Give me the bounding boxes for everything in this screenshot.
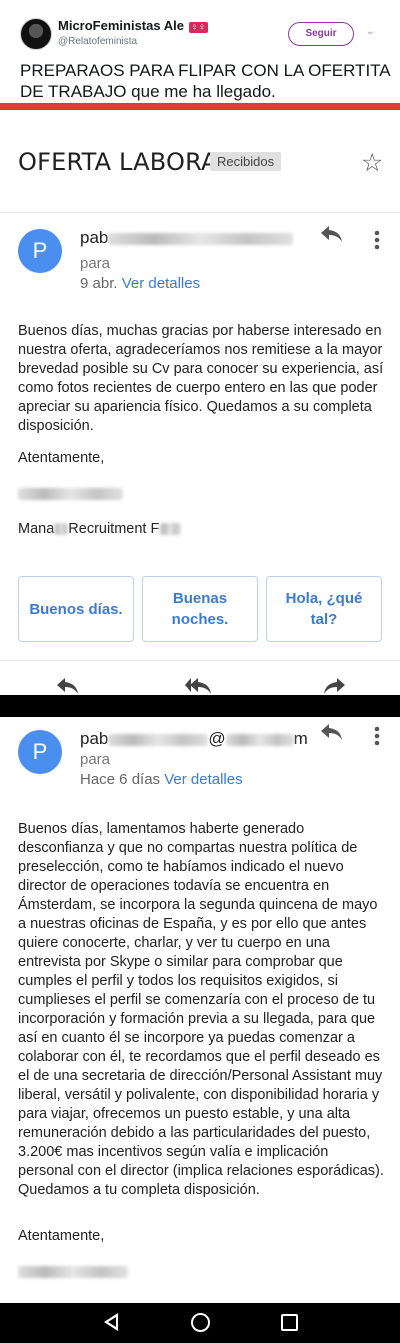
more-options-icon[interactable] xyxy=(374,230,380,250)
signature-name xyxy=(18,486,123,502)
signature-name xyxy=(18,1264,128,1280)
role-text: Mana xyxy=(18,521,55,537)
redacted-blur xyxy=(54,523,69,536)
venus-emoji-icon: ♀♀ xyxy=(188,22,208,33)
redacted-blur xyxy=(18,488,123,501)
sender-at-text: @ xyxy=(208,729,226,748)
message-date: 9 abr. xyxy=(80,275,118,292)
chevron-down-icon[interactable]: ⌄ xyxy=(366,26,374,37)
follow-button[interactable]: Seguir xyxy=(288,22,354,46)
sender-avatar[interactable]: P xyxy=(18,730,62,774)
tweet-header: MicroFeministas Ale ♀♀ @Relatofeminista … xyxy=(0,0,400,112)
sender-address[interactable]: pab @ m xyxy=(80,729,308,749)
smart-reply-button[interactable]: Buenos días. xyxy=(18,576,134,642)
twitter-handle[interactable]: @Relatofeminista xyxy=(58,36,137,47)
reply-icon[interactable] xyxy=(320,224,344,250)
closing-text: Atentamente, xyxy=(18,450,105,466)
date-line: 9 abr. Ver detalles xyxy=(80,275,200,292)
more-options-icon[interactable] xyxy=(374,726,380,746)
view-details-link[interactable]: Ver detalles xyxy=(164,771,242,788)
sender-address[interactable]: pab xyxy=(80,228,294,248)
redacted-blur xyxy=(159,523,182,536)
screenshot-separator-band xyxy=(0,695,400,717)
message-date: Hace 6 días xyxy=(80,771,161,788)
back-icon-inner xyxy=(108,1317,116,1327)
signature-role: Mana Recruitment F xyxy=(18,521,182,537)
message-actions-row xyxy=(0,675,400,695)
recipient-label: para xyxy=(80,255,111,272)
message-body: Buenos días, muchas gracias por haberse … xyxy=(18,323,384,434)
recipient-label: para xyxy=(80,751,111,768)
redacted-blur xyxy=(108,232,294,245)
sender-end-text: m xyxy=(293,729,308,748)
display-name-text: MicroFeministas Ale xyxy=(58,18,184,33)
twitter-display-name[interactable]: MicroFeministas Ale ♀♀ xyxy=(58,18,208,33)
inbox-label-badge[interactable]: Recibidos xyxy=(210,152,282,171)
redacted-blur xyxy=(18,1266,128,1279)
redacted-blur xyxy=(108,733,209,746)
home-icon[interactable] xyxy=(191,1313,210,1332)
star-icon[interactable]: ☆ xyxy=(361,148,383,178)
role-visible-text: Recruitment F xyxy=(68,521,160,537)
closing-text: Atentamente, xyxy=(18,1228,105,1244)
redacted-blur xyxy=(225,733,294,746)
smart-reply-button[interactable]: Hola, ¿qué tal? xyxy=(266,576,382,642)
reply-icon[interactable] xyxy=(320,722,344,748)
sender-text: pab xyxy=(80,729,109,748)
tweet-text: PREPARAOS PARA FLIPAR CON LA OFERTITA DE… xyxy=(20,61,390,101)
smart-reply-button[interactable]: Buenas noches. xyxy=(142,576,258,642)
sender-text: pab xyxy=(80,228,109,247)
email-subject: OFERTA LABORAL. xyxy=(18,148,240,176)
view-details-link[interactable]: Ver detalles xyxy=(122,275,200,292)
divider xyxy=(0,212,400,213)
date-line: Hace 6 días Ver detalles xyxy=(80,771,243,788)
red-divider-bar xyxy=(0,103,400,110)
recent-apps-icon[interactable] xyxy=(281,1314,298,1331)
twitter-avatar[interactable] xyxy=(20,18,52,50)
sender-avatar[interactable]: P xyxy=(18,229,62,273)
divider xyxy=(0,660,400,661)
message-body: Buenos días, lamentamos haberte generado… xyxy=(18,821,384,1198)
